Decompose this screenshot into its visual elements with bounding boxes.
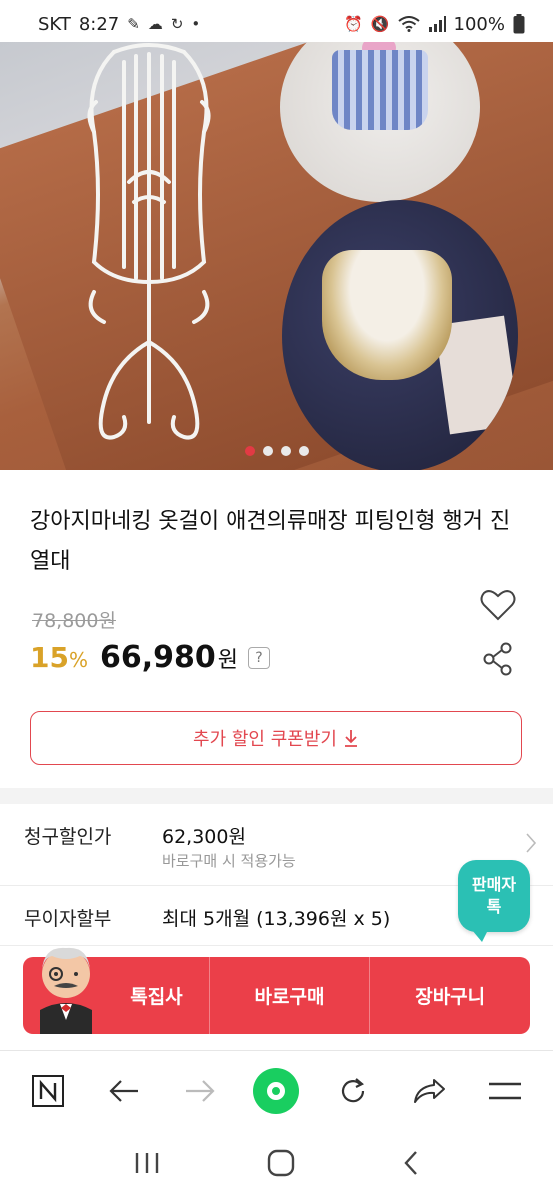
billing-discount-note: 바로구매 시 적용가능: [162, 852, 296, 870]
billing-discount-value: 62,300원: [162, 826, 246, 848]
back-arrow-icon[interactable]: [101, 1068, 147, 1114]
wifi-icon: [397, 16, 420, 32]
carousel-dot-1[interactable]: [244, 446, 255, 456]
reload-icon[interactable]: [330, 1068, 376, 1114]
home-icon[interactable]: [267, 1149, 295, 1181]
cart-label: 장바구니: [415, 986, 486, 1008]
talk-butler-label: 톡집사: [130, 986, 183, 1008]
section-divider: [0, 788, 553, 804]
installment-label: 무이자할부: [24, 908, 112, 930]
battery-icon: [513, 14, 525, 34]
installment-value: 최대 5개월 (13,396원 x 5): [162, 908, 391, 930]
product-info: 강아지마네킹 옷걸이 애견의류매장 피팅인형 행거 진열대 78,800원 15…: [0, 470, 553, 788]
download-arrow-icon: [344, 730, 357, 747]
carousel-indicator: [0, 446, 553, 456]
buy-now-button[interactable]: 바로구매: [210, 957, 371, 1034]
discount-rate: 15: [30, 641, 69, 674]
carousel-dot-3[interactable]: [280, 446, 291, 456]
browser-toolbar: [0, 1050, 553, 1130]
sale-price: 66,980: [99, 640, 216, 675]
mute-icon: 🔇: [370, 15, 390, 33]
discount-unit: %: [68, 648, 88, 672]
original-price: 78,800원: [32, 610, 116, 632]
lace-dress-image: [282, 200, 518, 470]
signal-icon: [428, 16, 446, 32]
butler-mascot-icon: [40, 947, 92, 1034]
buy-now-label: 바로구매: [254, 986, 325, 1008]
seller-talk-line1: 판매자: [471, 875, 517, 894]
cloud-icon: ☁: [147, 15, 163, 33]
share-icon[interactable]: [482, 642, 514, 676]
status-bar: SKT 8:27 ✎ ☁ ↻ • ⏰ 🔇 100%: [0, 0, 553, 48]
home-green-icon[interactable]: [253, 1067, 300, 1114]
menu-icon[interactable]: [482, 1068, 528, 1114]
product-image-carousel[interactable]: [0, 42, 553, 470]
heart-icon[interactable]: [480, 588, 516, 622]
cart-button[interactable]: 장바구니: [370, 957, 530, 1034]
share-icon[interactable]: [406, 1068, 452, 1114]
carrier-label: SKT: [38, 13, 71, 35]
price-row: 15 % 66,980 원 ?: [30, 640, 271, 675]
carousel-dot-2[interactable]: [262, 446, 273, 456]
chevron-right-icon: [526, 833, 537, 853]
dot-icon: •: [191, 15, 201, 33]
carousel-dot-4[interactable]: [298, 446, 309, 456]
recent-apps-icon[interactable]: [134, 1151, 160, 1179]
alarm-icon: ⏰: [344, 15, 363, 33]
seller-talk-line2: 톡: [486, 897, 502, 916]
battery-percent: 100%: [453, 13, 505, 35]
billing-discount-label: 청구할인가: [24, 826, 112, 848]
sync-icon: ↻: [170, 15, 184, 33]
seller-talk-button[interactable]: 판매자 톡: [458, 860, 530, 942]
coupon-download-button[interactable]: 추가 할인 쿠폰받기: [30, 711, 522, 765]
mannequin-image: [87, 43, 211, 440]
product-title: 강아지마네킹 옷걸이 애견의류매장 피팅인형 행거 진열대: [30, 509, 511, 574]
notification-icon: ✎: [127, 15, 140, 33]
naver-n-icon[interactable]: [25, 1068, 71, 1114]
back-icon[interactable]: [402, 1150, 420, 1180]
price-unit: 원: [217, 648, 239, 673]
clock-label: 8:27: [78, 13, 120, 35]
coupon-label: 추가 할인 쿠폰받기: [193, 729, 337, 750]
price-help-button[interactable]: ?: [248, 646, 271, 669]
system-nav-bar: [0, 1130, 553, 1200]
forward-arrow-icon[interactable]: [177, 1068, 223, 1114]
